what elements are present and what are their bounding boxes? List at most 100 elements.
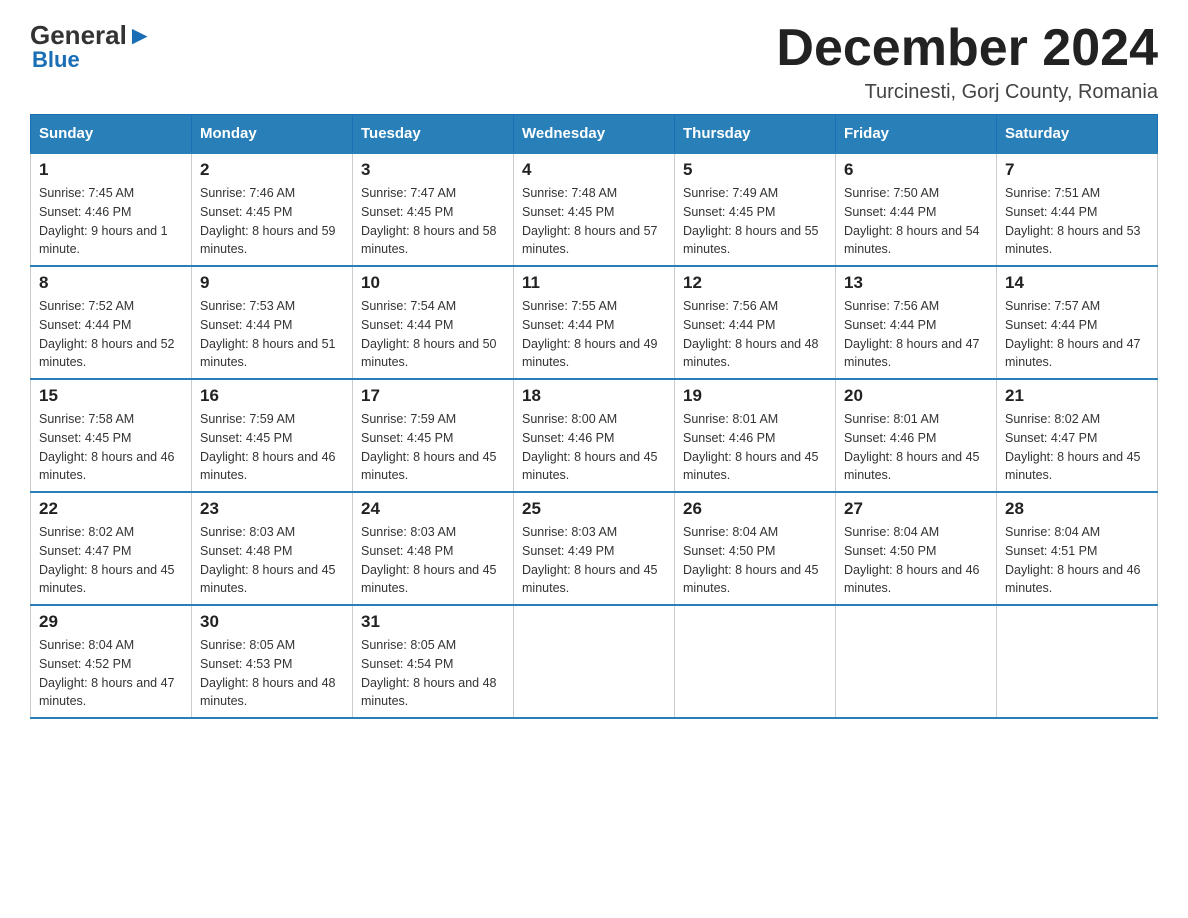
calendar-cell: 17 Sunrise: 7:59 AMSunset: 4:45 PMDaylig… bbox=[353, 379, 514, 492]
calendar-cell: 24 Sunrise: 8:03 AMSunset: 4:48 PMDaylig… bbox=[353, 492, 514, 605]
day-number: 21 bbox=[1005, 386, 1149, 406]
weekday-header-tuesday: Tuesday bbox=[353, 115, 514, 154]
logo-blue-line: Blue bbox=[30, 47, 80, 73]
day-number: 26 bbox=[683, 499, 827, 519]
week-row-1: 1 Sunrise: 7:45 AMSunset: 4:46 PMDayligh… bbox=[31, 153, 1158, 266]
day-number: 9 bbox=[200, 273, 344, 293]
day-info: Sunrise: 8:04 AMSunset: 4:50 PMDaylight:… bbox=[844, 525, 980, 595]
calendar-cell: 3 Sunrise: 7:47 AMSunset: 4:45 PMDayligh… bbox=[353, 153, 514, 266]
day-number: 20 bbox=[844, 386, 988, 406]
day-number: 5 bbox=[683, 160, 827, 180]
calendar-cell: 16 Sunrise: 7:59 AMSunset: 4:45 PMDaylig… bbox=[192, 379, 353, 492]
day-number: 13 bbox=[844, 273, 988, 293]
calendar-cell: 7 Sunrise: 7:51 AMSunset: 4:44 PMDayligh… bbox=[997, 153, 1158, 266]
calendar-cell bbox=[675, 605, 836, 718]
day-number: 15 bbox=[39, 386, 183, 406]
day-number: 19 bbox=[683, 386, 827, 406]
calendar-cell: 25 Sunrise: 8:03 AMSunset: 4:49 PMDaylig… bbox=[514, 492, 675, 605]
day-number: 28 bbox=[1005, 499, 1149, 519]
day-info: Sunrise: 7:56 AMSunset: 4:44 PMDaylight:… bbox=[683, 299, 819, 369]
calendar-cell: 22 Sunrise: 8:02 AMSunset: 4:47 PMDaylig… bbox=[31, 492, 192, 605]
calendar-cell bbox=[997, 605, 1158, 718]
day-number: 8 bbox=[39, 273, 183, 293]
day-info: Sunrise: 7:59 AMSunset: 4:45 PMDaylight:… bbox=[361, 412, 497, 482]
day-info: Sunrise: 8:03 AMSunset: 4:48 PMDaylight:… bbox=[200, 525, 336, 595]
calendar-cell: 30 Sunrise: 8:05 AMSunset: 4:53 PMDaylig… bbox=[192, 605, 353, 718]
calendar-cell: 15 Sunrise: 7:58 AMSunset: 4:45 PMDaylig… bbox=[31, 379, 192, 492]
calendar-cell: 31 Sunrise: 8:05 AMSunset: 4:54 PMDaylig… bbox=[353, 605, 514, 718]
day-info: Sunrise: 8:04 AMSunset: 4:51 PMDaylight:… bbox=[1005, 525, 1141, 595]
calendar-cell: 26 Sunrise: 8:04 AMSunset: 4:50 PMDaylig… bbox=[675, 492, 836, 605]
calendar-cell: 11 Sunrise: 7:55 AMSunset: 4:44 PMDaylig… bbox=[514, 266, 675, 379]
day-info: Sunrise: 7:49 AMSunset: 4:45 PMDaylight:… bbox=[683, 186, 819, 256]
calendar-cell: 23 Sunrise: 8:03 AMSunset: 4:48 PMDaylig… bbox=[192, 492, 353, 605]
day-number: 12 bbox=[683, 273, 827, 293]
calendar-cell: 14 Sunrise: 7:57 AMSunset: 4:44 PMDaylig… bbox=[997, 266, 1158, 379]
day-number: 22 bbox=[39, 499, 183, 519]
day-info: Sunrise: 7:54 AMSunset: 4:44 PMDaylight:… bbox=[361, 299, 497, 369]
week-row-4: 22 Sunrise: 8:02 AMSunset: 4:47 PMDaylig… bbox=[31, 492, 1158, 605]
day-info: Sunrise: 7:46 AMSunset: 4:45 PMDaylight:… bbox=[200, 186, 336, 256]
calendar-cell: 4 Sunrise: 7:48 AMSunset: 4:45 PMDayligh… bbox=[514, 153, 675, 266]
day-number: 16 bbox=[200, 386, 344, 406]
day-info: Sunrise: 7:55 AMSunset: 4:44 PMDaylight:… bbox=[522, 299, 658, 369]
day-number: 2 bbox=[200, 160, 344, 180]
weekday-header-thursday: Thursday bbox=[675, 115, 836, 154]
day-info: Sunrise: 7:59 AMSunset: 4:45 PMDaylight:… bbox=[200, 412, 336, 482]
calendar-body: 1 Sunrise: 7:45 AMSunset: 4:46 PMDayligh… bbox=[31, 153, 1158, 718]
calendar-cell bbox=[514, 605, 675, 718]
day-info: Sunrise: 8:02 AMSunset: 4:47 PMDaylight:… bbox=[39, 525, 175, 595]
day-info: Sunrise: 7:50 AMSunset: 4:44 PMDaylight:… bbox=[844, 186, 980, 256]
logo: General ► Blue bbox=[30, 20, 153, 73]
day-info: Sunrise: 7:53 AMSunset: 4:44 PMDaylight:… bbox=[200, 299, 336, 369]
page-header: General ► Blue December 2024 Turcinesti,… bbox=[30, 20, 1158, 104]
day-number: 27 bbox=[844, 499, 988, 519]
calendar-cell: 21 Sunrise: 8:02 AMSunset: 4:47 PMDaylig… bbox=[997, 379, 1158, 492]
calendar-cell: 28 Sunrise: 8:04 AMSunset: 4:51 PMDaylig… bbox=[997, 492, 1158, 605]
day-info: Sunrise: 7:47 AMSunset: 4:45 PMDaylight:… bbox=[361, 186, 497, 256]
day-number: 10 bbox=[361, 273, 505, 293]
day-info: Sunrise: 7:56 AMSunset: 4:44 PMDaylight:… bbox=[844, 299, 980, 369]
weekday-header-row: SundayMondayTuesdayWednesdayThursdayFrid… bbox=[31, 115, 1158, 154]
calendar-cell: 13 Sunrise: 7:56 AMSunset: 4:44 PMDaylig… bbox=[836, 266, 997, 379]
calendar-cell: 2 Sunrise: 7:46 AMSunset: 4:45 PMDayligh… bbox=[192, 153, 353, 266]
week-row-3: 15 Sunrise: 7:58 AMSunset: 4:45 PMDaylig… bbox=[31, 379, 1158, 492]
day-info: Sunrise: 8:05 AMSunset: 4:53 PMDaylight:… bbox=[200, 638, 336, 708]
calendar-cell: 12 Sunrise: 7:56 AMSunset: 4:44 PMDaylig… bbox=[675, 266, 836, 379]
day-number: 29 bbox=[39, 612, 183, 632]
logo-blue-text: ► bbox=[127, 20, 153, 51]
day-info: Sunrise: 7:45 AMSunset: 4:46 PMDaylight:… bbox=[39, 186, 168, 256]
weekday-header-saturday: Saturday bbox=[997, 115, 1158, 154]
day-number: 30 bbox=[200, 612, 344, 632]
calendar-cell: 27 Sunrise: 8:04 AMSunset: 4:50 PMDaylig… bbox=[836, 492, 997, 605]
calendar-cell: 20 Sunrise: 8:01 AMSunset: 4:46 PMDaylig… bbox=[836, 379, 997, 492]
day-info: Sunrise: 8:04 AMSunset: 4:52 PMDaylight:… bbox=[39, 638, 175, 708]
day-number: 14 bbox=[1005, 273, 1149, 293]
calendar-cell: 5 Sunrise: 7:49 AMSunset: 4:45 PMDayligh… bbox=[675, 153, 836, 266]
week-row-5: 29 Sunrise: 8:04 AMSunset: 4:52 PMDaylig… bbox=[31, 605, 1158, 718]
day-number: 4 bbox=[522, 160, 666, 180]
calendar-cell: 6 Sunrise: 7:50 AMSunset: 4:44 PMDayligh… bbox=[836, 153, 997, 266]
day-number: 24 bbox=[361, 499, 505, 519]
day-number: 18 bbox=[522, 386, 666, 406]
weekday-header-friday: Friday bbox=[836, 115, 997, 154]
day-number: 31 bbox=[361, 612, 505, 632]
calendar-cell: 29 Sunrise: 8:04 AMSunset: 4:52 PMDaylig… bbox=[31, 605, 192, 718]
calendar-table: SundayMondayTuesdayWednesdayThursdayFrid… bbox=[30, 114, 1158, 719]
title-block: December 2024 Turcinesti, Gorj County, R… bbox=[776, 20, 1158, 104]
week-row-2: 8 Sunrise: 7:52 AMSunset: 4:44 PMDayligh… bbox=[31, 266, 1158, 379]
day-number: 23 bbox=[200, 499, 344, 519]
weekday-header-monday: Monday bbox=[192, 115, 353, 154]
calendar-cell: 1 Sunrise: 7:45 AMSunset: 4:46 PMDayligh… bbox=[31, 153, 192, 266]
weekday-header-wednesday: Wednesday bbox=[514, 115, 675, 154]
calendar-cell: 18 Sunrise: 8:00 AMSunset: 4:46 PMDaylig… bbox=[514, 379, 675, 492]
day-info: Sunrise: 7:52 AMSunset: 4:44 PMDaylight:… bbox=[39, 299, 175, 369]
day-number: 3 bbox=[361, 160, 505, 180]
day-info: Sunrise: 8:02 AMSunset: 4:47 PMDaylight:… bbox=[1005, 412, 1141, 482]
day-number: 25 bbox=[522, 499, 666, 519]
day-number: 17 bbox=[361, 386, 505, 406]
calendar-cell: 10 Sunrise: 7:54 AMSunset: 4:44 PMDaylig… bbox=[353, 266, 514, 379]
day-info: Sunrise: 8:00 AMSunset: 4:46 PMDaylight:… bbox=[522, 412, 658, 482]
month-title: December 2024 bbox=[776, 20, 1158, 77]
calendar-cell: 8 Sunrise: 7:52 AMSunset: 4:44 PMDayligh… bbox=[31, 266, 192, 379]
